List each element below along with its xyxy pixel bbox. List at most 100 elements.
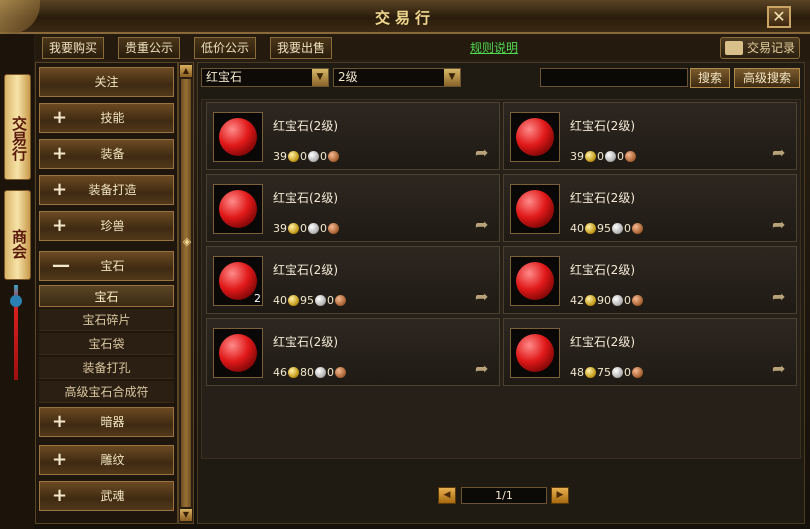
item-slot[interactable] xyxy=(213,328,263,378)
copper-coin-icon xyxy=(632,222,643,234)
listing-card[interactable]: 红宝石(2级) 39 0 0 ➦ xyxy=(503,102,797,170)
item-slot[interactable] xyxy=(213,184,263,234)
copper-coin-icon xyxy=(625,150,636,162)
item-slot[interactable] xyxy=(510,328,560,378)
tab-valuable-notice[interactable]: 贵重公示 xyxy=(118,37,181,59)
side-tab-guild[interactable]: 商会 xyxy=(4,190,31,280)
listing-card[interactable]: 红宝石(2级) 42 90 0 ➦ xyxy=(503,246,797,314)
item-slot[interactable]: 2 xyxy=(213,256,263,306)
scroll-thumb[interactable]: ◈ xyxy=(181,79,191,507)
share-icon[interactable]: ➦ xyxy=(772,145,790,161)
price: 46 80 0 xyxy=(273,365,347,379)
gold-amount: 46 xyxy=(273,365,287,379)
item-name: 红宝石(2级) xyxy=(273,335,338,349)
red-gem-icon xyxy=(516,334,554,372)
gold-amount: 39 xyxy=(570,149,584,163)
category-scrollbar[interactable]: ▲ ◈ ▼ xyxy=(178,62,194,524)
share-icon[interactable]: ➦ xyxy=(475,289,493,305)
price: 39 0 0 xyxy=(570,149,637,163)
category-weapon-soul[interactable]: + 武魂 xyxy=(39,481,174,511)
advanced-search-button[interactable]: 高级搜索 xyxy=(734,68,800,88)
red-gem-icon xyxy=(516,262,554,300)
silver-coin-icon xyxy=(605,150,616,162)
copper-amount: 0 xyxy=(617,149,624,163)
listing-card[interactable]: 红宝石(2级) 46 80 0 ➦ xyxy=(206,318,500,386)
scroll-icon xyxy=(725,41,743,55)
copper-amount: 0 xyxy=(320,221,327,235)
category-equipment[interactable]: + 装备 xyxy=(39,139,174,169)
share-icon[interactable]: ➦ xyxy=(475,361,493,377)
category-panel: 关注 + 技能 + 装备 + 装备打造 + 珍兽 — 宝石 宝石 宝石碎片 宝石… xyxy=(35,62,178,524)
rules-link[interactable]: 规则说明 xyxy=(470,39,518,56)
tab-sell[interactable]: 我要出售 xyxy=(270,37,333,59)
category-label: 武魂 xyxy=(100,489,125,503)
search-button[interactable]: 搜索 xyxy=(690,68,730,88)
red-gem-icon xyxy=(219,190,257,228)
category-label: 暗器 xyxy=(100,415,125,429)
category-hidden-weapons[interactable]: + 暗器 xyxy=(39,407,174,437)
copper-coin-icon xyxy=(335,366,346,378)
category-follow[interactable]: 关注 xyxy=(39,67,174,97)
listing-card[interactable]: 红宝石(2级) 39 0 0 ➦ xyxy=(206,102,500,170)
trade-record-button[interactable]: 交易记录 xyxy=(720,37,800,59)
gold-amount: 39 xyxy=(273,149,287,163)
subcategory-gem-bag[interactable]: 宝石袋 xyxy=(39,333,174,355)
listing-grid: 红宝石(2级) 39 0 0 ➦ 红宝石(2级) 39 0 0 ➦ 红宝石(2级) 39… xyxy=(201,99,801,459)
tab-lowprice-notice[interactable]: 低价公示 xyxy=(194,37,257,59)
category-crafting[interactable]: + 装备打造 xyxy=(39,175,174,205)
copper-amount: 0 xyxy=(327,293,334,307)
listing-card[interactable]: 红宝石(2级) 40 95 0 ➦ xyxy=(503,174,797,242)
category-gems[interactable]: — 宝石 xyxy=(39,251,174,281)
listing-card[interactable]: 2 红宝石(2级) 40 95 0 ➦ xyxy=(206,246,500,314)
share-icon[interactable]: ➦ xyxy=(772,361,790,377)
share-icon[interactable]: ➦ xyxy=(772,289,790,305)
subcategory-gem[interactable]: 宝石 xyxy=(39,285,174,307)
category-label: 关注 xyxy=(94,75,119,89)
subcategory-gem-fragment[interactable]: 宝石碎片 xyxy=(39,309,174,331)
category-pets[interactable]: + 珍兽 xyxy=(39,211,174,241)
gold-coin-icon xyxy=(585,294,596,306)
side-tab-trade[interactable]: 交易行 xyxy=(4,74,31,180)
share-icon[interactable]: ➦ xyxy=(475,217,493,233)
scroll-down-icon[interactable]: ▼ xyxy=(180,509,192,521)
window-title: 交易行 xyxy=(374,9,435,27)
category-label: 技能 xyxy=(100,111,125,125)
category-label: 宝石 xyxy=(100,259,125,273)
tab-buy[interactable]: 我要购买 xyxy=(42,37,105,59)
item-select[interactable]: 红宝石 ▼ xyxy=(201,68,329,87)
silver-amount: 0 xyxy=(300,149,307,163)
tassel-bead xyxy=(10,295,22,307)
listing-card[interactable]: 红宝石(2级) 48 75 0 ➦ xyxy=(503,318,797,386)
copper-amount: 0 xyxy=(624,365,631,379)
item-slot[interactable] xyxy=(510,184,560,234)
close-button[interactable]: ✕ xyxy=(767,6,791,28)
copper-coin-icon xyxy=(632,294,643,306)
listing-card[interactable]: 红宝石(2级) 39 0 0 ➦ xyxy=(206,174,500,242)
item-slot[interactable] xyxy=(510,256,560,306)
price: 39 0 0 xyxy=(273,221,340,235)
item-slot[interactable] xyxy=(213,112,263,162)
category-skills[interactable]: + 技能 xyxy=(39,103,174,133)
item-name: 红宝石(2级) xyxy=(570,119,635,133)
share-icon[interactable]: ➦ xyxy=(475,145,493,161)
level-select[interactable]: 2级 ▼ xyxy=(333,68,461,87)
copper-amount: 0 xyxy=(327,365,334,379)
share-icon[interactable]: ➦ xyxy=(772,217,790,233)
item-name: 红宝石(2级) xyxy=(273,119,338,133)
silver-amount: 0 xyxy=(597,149,604,163)
silver-coin-icon xyxy=(308,222,319,234)
silver-coin-icon xyxy=(315,294,326,306)
silver-amount: 95 xyxy=(597,221,611,235)
price: 48 75 0 xyxy=(570,365,644,379)
subcategory-gem-synthesis[interactable]: 高级宝石合成符 xyxy=(39,381,174,403)
silver-amount: 95 xyxy=(300,293,314,307)
scroll-up-icon[interactable]: ▲ xyxy=(180,65,192,77)
prev-page-button[interactable]: ◀ xyxy=(438,487,456,504)
title-bar[interactable]: 交易行 ✕ xyxy=(0,0,810,34)
item-slot[interactable] xyxy=(510,112,560,162)
trade-record-label: 交易记录 xyxy=(746,41,795,55)
category-engraving[interactable]: + 雕纹 xyxy=(39,445,174,475)
search-input[interactable] xyxy=(540,68,688,87)
subcategory-socketing[interactable]: 装备打孔 xyxy=(39,357,174,379)
next-page-button[interactable]: ▶ xyxy=(551,487,569,504)
